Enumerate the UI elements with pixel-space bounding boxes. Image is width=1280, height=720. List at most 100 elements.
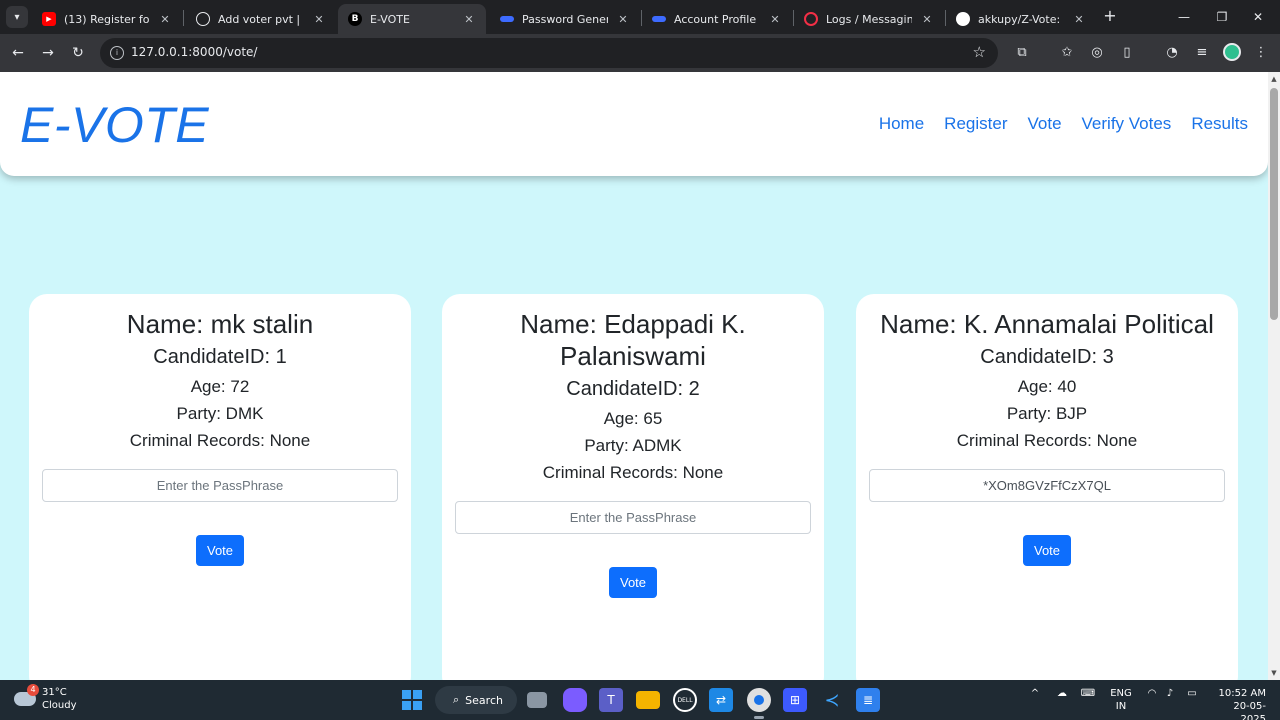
cloud-sync-icon[interactable]: ☁ xyxy=(1054,688,1070,699)
reading-mode-icon[interactable]: ▯ xyxy=(1118,43,1136,61)
candidate-age: Age: 72 xyxy=(190,377,250,396)
nav-vote[interactable]: Vote xyxy=(1027,114,1061,134)
back-arrow-icon[interactable]: ← xyxy=(7,42,29,64)
close-tab-icon[interactable]: ✕ xyxy=(616,13,630,26)
vote-button[interactable]: Vote xyxy=(1023,535,1071,566)
bitcoin-icon: B xyxy=(348,12,362,26)
notepad-icon[interactable]: ≣ xyxy=(856,688,880,712)
candidate-party: Party: ADMK xyxy=(584,436,682,455)
teams-icon[interactable]: T xyxy=(599,688,623,712)
tab-e-vote[interactable]: B E-VOTE ✕ xyxy=(338,4,486,34)
vote-button[interactable]: Vote xyxy=(196,535,244,566)
api-icon xyxy=(652,16,666,22)
language-indicator[interactable]: ENG IN xyxy=(1110,687,1132,713)
tab-search-chevron-icon[interactable]: ▾ xyxy=(6,6,28,28)
close-tab-icon[interactable]: ✕ xyxy=(312,13,326,26)
tab-github-zvote[interactable]: akkupy/Z-Vote: Block ✕ xyxy=(946,4,1096,34)
page-scrollbar[interactable]: ▲ ▼ xyxy=(1268,72,1280,680)
vscode-icon[interactable]: ≺ xyxy=(820,688,844,712)
remote-desktop-icon[interactable]: ⇄ xyxy=(709,688,733,712)
copilot-icon[interactable] xyxy=(563,688,587,712)
dell-icon[interactable]: DELL xyxy=(673,688,697,712)
site-info-icon[interactable]: i xyxy=(110,46,124,60)
scroll-up-arrow-icon[interactable]: ▲ xyxy=(1269,74,1279,84)
forward-arrow-icon[interactable]: → xyxy=(37,42,59,64)
windows-taskbar: 4 31°C Cloudy ⌕ Search T DELL ⇄ ⊞ ≺ ≣ ^ … xyxy=(0,680,1280,720)
scroll-down-arrow-icon[interactable]: ▼ xyxy=(1269,668,1279,678)
candidate-name: Name: mk stalin xyxy=(126,309,314,339)
url-text[interactable]: 127.0.0.1:8000/vote/ xyxy=(131,45,257,59)
task-view-icon[interactable] xyxy=(527,692,547,708)
nav-verify-votes[interactable]: Verify Votes xyxy=(1082,114,1172,134)
candidate-card-2: Name: Edappadi K. Palaniswami CandidateI… xyxy=(442,294,824,680)
system-clock[interactable]: 10:52 AM 20-05-2025 xyxy=(1210,687,1266,720)
weather-temp: 31°C xyxy=(42,687,67,698)
nav-results[interactable]: Results xyxy=(1191,114,1248,134)
chrome-icon[interactable] xyxy=(747,688,771,712)
passphrase-input[interactable] xyxy=(455,501,811,534)
tab-separator xyxy=(183,10,184,26)
tab-add-voter[interactable]: Add voter pvt | Djang ✕ xyxy=(186,4,336,34)
candidate-name: Name: K. Annamalai Political xyxy=(880,309,1214,339)
favorites-icon[interactable]: ✩ xyxy=(1058,43,1076,61)
candidate-age: Age: 65 xyxy=(603,409,663,428)
battery-icon[interactable]: ▭ xyxy=(1184,688,1200,699)
candidate-criminal-records: Criminal Records: None xyxy=(956,431,1138,450)
tab-password-generator[interactable]: Password Generator ✕ xyxy=(490,4,640,34)
generator-icon xyxy=(500,16,514,22)
menu-kebab-icon[interactable]: ⋮ xyxy=(1252,43,1270,61)
github-icon xyxy=(956,12,970,26)
search-icon: ⌕ xyxy=(453,693,460,706)
candidate-criminal-records: Criminal Records: None xyxy=(542,463,724,482)
volume-icon[interactable]: ♪ xyxy=(1162,688,1178,699)
keyboard-icon[interactable]: ⌨ xyxy=(1080,688,1096,699)
weather-widget[interactable]: 4 31°C Cloudy xyxy=(14,684,77,712)
network-tool-icon[interactable]: ⊞ xyxy=(783,688,807,712)
file-explorer-icon[interactable] xyxy=(636,691,660,709)
camera-icon[interactable]: ◎ xyxy=(1088,43,1106,61)
youtube-icon: ▶ xyxy=(42,12,56,26)
close-tab-icon[interactable]: ✕ xyxy=(1072,13,1086,26)
bookmark-star-icon[interactable]: ☆ xyxy=(973,43,986,61)
tab-youtube-register[interactable]: ▶ (13) Register for an A ✕ xyxy=(32,4,182,34)
search-label: Search xyxy=(465,693,503,707)
address-bar[interactable]: i 127.0.0.1:8000/vote/ ☆ xyxy=(100,38,998,68)
main-nav: Home Register Vote Verify Votes Results xyxy=(879,114,1248,134)
browser-toolbar: ← → ↻ i 127.0.0.1:8000/vote/ ☆ ⧉ ✩ ◎ ▯ ◔… xyxy=(0,34,1280,72)
close-window-icon[interactable]: ✕ xyxy=(1236,0,1280,34)
weather-badge: 4 xyxy=(27,684,39,696)
new-tab-plus-icon[interactable]: + xyxy=(1100,6,1120,26)
performance-icon[interactable]: ◔ xyxy=(1163,43,1181,61)
show-hidden-icons-chevron-icon[interactable]: ^ xyxy=(1028,688,1042,699)
passphrase-input[interactable] xyxy=(42,469,398,502)
browser-tab-strip: ▾ ▶ (13) Register for an A ✕ Add voter p… xyxy=(0,0,1280,34)
candidate-card-3: Name: K. Annamalai Political CandidateID… xyxy=(856,294,1238,680)
extensions-puzzle-icon[interactable]: ⧉ xyxy=(1013,43,1031,61)
candidate-age: Age: 40 xyxy=(1017,377,1077,396)
reload-icon[interactable]: ↻ xyxy=(67,42,89,64)
candidate-criminal-records: Criminal Records: None xyxy=(129,431,311,450)
tab-logs-messaging[interactable]: Logs / Messaging | T ✕ xyxy=(794,4,944,34)
cloud-icon: 4 xyxy=(14,684,39,706)
taskbar-search[interactable]: ⌕ Search xyxy=(435,686,517,714)
windows-start-icon[interactable] xyxy=(400,688,424,712)
scrollbar-thumb[interactable] xyxy=(1270,88,1278,320)
site-logo[interactable]: E-VOTE xyxy=(20,96,209,154)
profile-avatar[interactable] xyxy=(1223,43,1241,61)
vote-button[interactable]: Vote xyxy=(609,567,657,598)
candidate-party: Party: DMK xyxy=(176,404,264,423)
passphrase-input[interactable] xyxy=(869,469,1225,502)
tab-account-profile[interactable]: Account Profile - API ✕ xyxy=(642,4,792,34)
candidate-id: CandidateID: 1 xyxy=(153,346,287,368)
nav-home[interactable]: Home xyxy=(879,114,924,134)
close-tab-icon[interactable]: ✕ xyxy=(768,13,782,26)
candidate-name: Name: Edappadi K. Palaniswami xyxy=(520,309,746,371)
close-tab-icon[interactable]: ✕ xyxy=(920,13,934,26)
close-tab-icon[interactable]: ✕ xyxy=(158,13,172,26)
nav-register[interactable]: Register xyxy=(944,114,1007,134)
media-control-icon[interactable]: ≡ xyxy=(1193,43,1211,61)
close-tab-icon[interactable]: ✕ xyxy=(462,13,476,26)
candidate-id: CandidateID: 2 xyxy=(566,378,700,400)
wifi-icon[interactable]: ◠ xyxy=(1144,688,1160,699)
weather-desc: Cloudy xyxy=(42,700,77,711)
